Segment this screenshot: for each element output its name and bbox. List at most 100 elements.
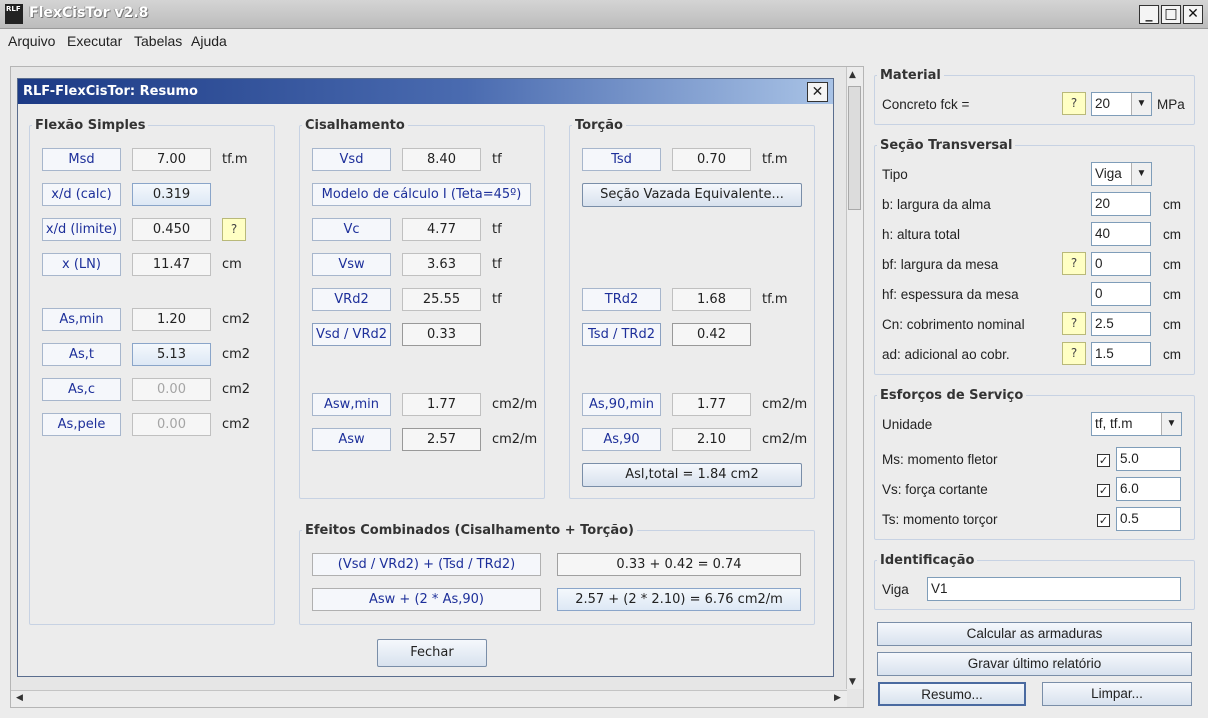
momento-torcor-input[interactable]: 0.5 — [1116, 507, 1181, 531]
forca-cortante-input[interactable]: 6.0 — [1116, 477, 1181, 501]
vrd2-unit: tf — [492, 292, 502, 307]
flexao-title: Flexão Simples — [32, 118, 149, 133]
minimize-button[interactable]: _ — [1139, 5, 1159, 24]
efeitos-area-value: 2.57 + (2 * 2.10) = 6.76 cm2/m — [557, 588, 801, 611]
largura-mesa-help-button[interactable]: ? — [1062, 252, 1086, 275]
menu-arquivo[interactable]: Arquivo — [8, 33, 55, 49]
asl-total-button[interactable]: Asl,total = 1.84 cm2 — [582, 463, 802, 487]
as90-min-value: 1.77 — [672, 393, 751, 416]
horizontal-scrollbar[interactable] — [11, 690, 847, 707]
largura-mesa-input[interactable]: 0 — [1091, 252, 1151, 276]
trd2-label: TRd2 — [582, 288, 661, 311]
as-c-value: 0.00 — [132, 378, 211, 401]
fck-help-button[interactable]: ? — [1062, 92, 1086, 115]
fechar-button[interactable]: Fechar — [377, 639, 487, 667]
as-pele-label: As,pele — [42, 413, 121, 436]
menu-executar[interactable]: Executar — [67, 33, 122, 49]
espessura-mesa-label: hf: espessura da mesa — [882, 287, 1019, 302]
vrd2-value: 25.55 — [402, 288, 481, 311]
espessura-mesa-input[interactable]: 0 — [1091, 282, 1151, 306]
adicional-input[interactable]: 1.5 — [1091, 342, 1151, 366]
app-logo-icon: RLF — [5, 4, 23, 24]
chevron-down-icon: ▼ — [1131, 163, 1151, 185]
as-min-unit: cm2 — [222, 312, 251, 327]
scroll-left-icon[interactable]: ◀ — [16, 693, 23, 703]
calcular-button[interactable]: Calcular as armaduras — [877, 622, 1192, 646]
as-pele-value: 0.00 — [132, 413, 211, 436]
resumo-button[interactable]: Resumo... — [878, 682, 1026, 706]
cisalhamento-title: Cisalhamento — [302, 118, 408, 133]
limpar-button[interactable]: Limpar... — [1042, 682, 1192, 706]
momento-fletor-input[interactable]: 5.0 — [1116, 447, 1181, 471]
dialog-close-button[interactable]: ✕ — [807, 82, 828, 102]
vertical-scroll-thumb[interactable] — [848, 86, 861, 210]
tsd-trd2-label: Tsd / TRd2 — [582, 323, 661, 346]
as-min-label: As,min — [42, 308, 121, 331]
scroll-down-icon[interactable]: ▼ — [849, 677, 856, 687]
msd-unit: tf.m — [222, 152, 248, 167]
secao-vazada-button[interactable]: Seção Vazada Equivalente... — [582, 183, 802, 207]
unidade-select-value: tf, tf.m — [1095, 416, 1133, 431]
as-min-value: 1.20 — [132, 308, 211, 331]
efeitos-title: Efeitos Combinados (Cisalhamento + Torçã… — [302, 523, 637, 538]
vrd2-label: VRd2 — [312, 288, 391, 311]
material-title: Material — [877, 68, 944, 83]
vsd-vrd2-label: Vsd / VRd2 — [312, 323, 391, 346]
vsw-unit: tf — [492, 257, 502, 272]
torcao-title: Torção — [572, 118, 626, 133]
largura-alma-input[interactable]: 20 — [1091, 192, 1151, 216]
forca-cortante-label: Vs: força cortante — [882, 482, 988, 497]
cobrimento-help-button[interactable]: ? — [1062, 312, 1086, 335]
vsd-vrd2-value: 0.33 — [402, 323, 481, 346]
vc-label: Vc — [312, 218, 391, 241]
maximize-button[interactable]: □ — [1161, 5, 1181, 24]
momento-torcor-label: Ts: momento torçor — [882, 512, 998, 527]
tsd-value: 0.70 — [672, 148, 751, 171]
as90-min-label: As,90,min — [582, 393, 661, 416]
unidade-select[interactable]: tf, tf.m ▼ — [1091, 412, 1182, 436]
tipo-select[interactable]: Viga ▼ — [1091, 162, 1152, 186]
adicional-help-button[interactable]: ? — [1062, 342, 1086, 365]
cobrimento-input[interactable]: 2.5 — [1091, 312, 1151, 336]
vsd-label: Vsd — [312, 148, 391, 171]
momento-fletor-checkbox[interactable]: ✓ — [1097, 454, 1110, 467]
asw-unit: cm2/m — [492, 432, 538, 447]
tsd-label: Tsd — [582, 148, 661, 171]
scroll-up-icon[interactable]: ▲ — [849, 70, 856, 80]
x-ln-value: 11.47 — [132, 253, 211, 276]
vc-value: 4.77 — [402, 218, 481, 241]
asw-min-value: 1.77 — [402, 393, 481, 416]
efeitos-ratio-label: (Vsd / VRd2) + (Tsd / TRd2) — [312, 553, 541, 576]
msd-label: Msd — [42, 148, 121, 171]
trd2-value: 1.68 — [672, 288, 751, 311]
fck-select[interactable]: 20 ▼ — [1091, 92, 1152, 116]
as-t-value: 5.13 — [132, 343, 211, 366]
forca-cortante-checkbox[interactable]: ✓ — [1097, 484, 1110, 497]
viga-label: Viga — [882, 582, 909, 597]
msd-value: 7.00 — [132, 148, 211, 171]
chevron-down-icon: ▼ — [1131, 93, 1151, 115]
scroll-right-icon[interactable]: ▶ — [834, 693, 841, 703]
window-title-bar — [0, 0, 1208, 29]
gravar-button[interactable]: Gravar último relatório — [877, 652, 1192, 676]
largura-mesa-unit: cm — [1163, 257, 1181, 272]
espessura-mesa-unit: cm — [1163, 287, 1181, 302]
vsd-unit: tf — [492, 152, 502, 167]
trd2-unit: tf.m — [762, 292, 788, 307]
viga-input[interactable]: V1 — [927, 577, 1181, 601]
close-window-button[interactable]: ✕ — [1183, 5, 1203, 24]
momento-torcor-checkbox[interactable]: ✓ — [1097, 514, 1110, 527]
menu-tabelas[interactable]: Tabelas — [134, 33, 182, 49]
as-t-label: As,t — [42, 343, 121, 366]
as-pele-unit: cm2 — [222, 417, 251, 432]
vc-unit: tf — [492, 222, 502, 237]
largura-alma-label: b: largura da alma — [882, 197, 991, 212]
fck-select-value: 20 — [1095, 96, 1111, 111]
vsw-value: 3.63 — [402, 253, 481, 276]
as90-min-unit: cm2/m — [762, 397, 808, 412]
cobrimento-label: Cn: cobrimento nominal — [882, 317, 1025, 332]
altura-total-input[interactable]: 40 — [1091, 222, 1151, 246]
xd-limite-help-button[interactable]: ? — [222, 218, 246, 241]
menu-ajuda[interactable]: Ajuda — [191, 33, 227, 49]
as90-unit: cm2/m — [762, 432, 808, 447]
